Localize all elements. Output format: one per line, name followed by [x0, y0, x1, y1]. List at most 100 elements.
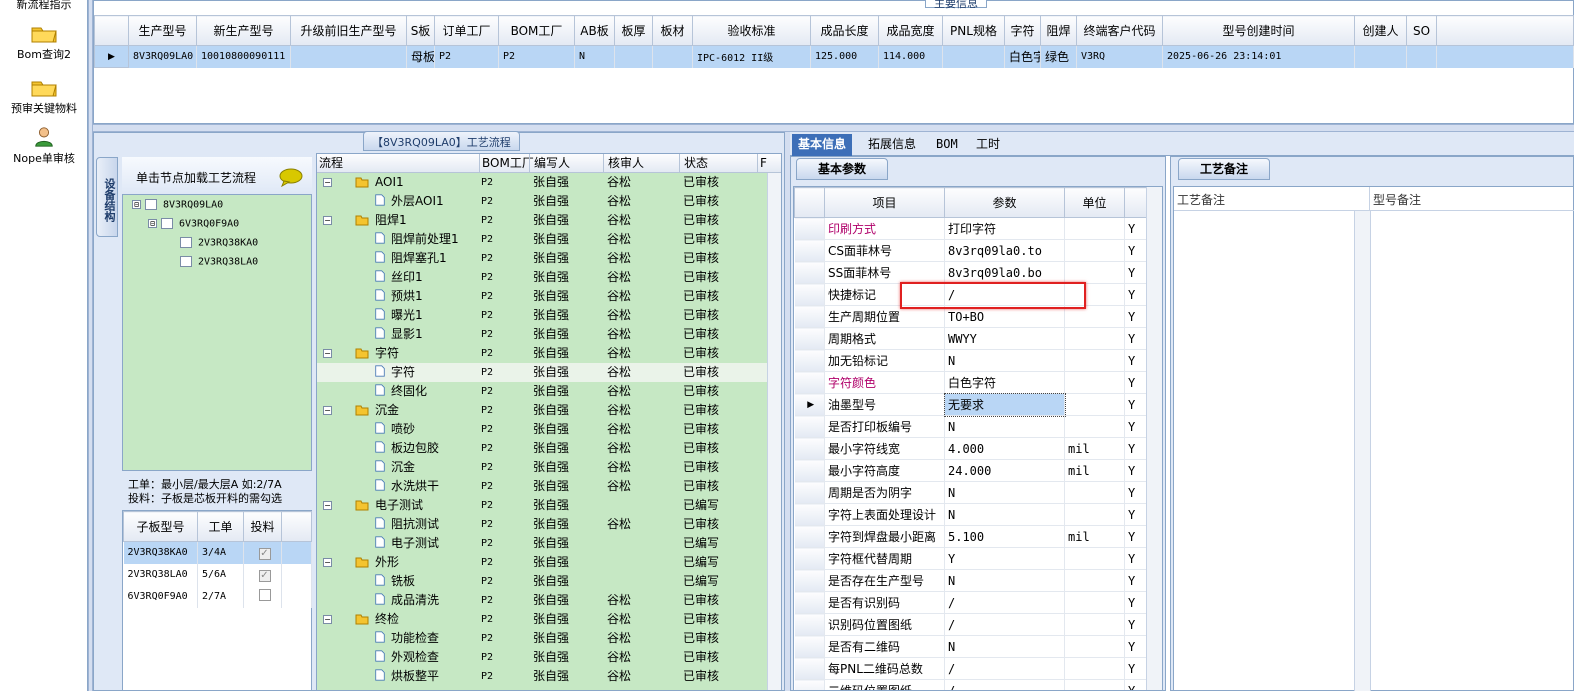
col-header[interactable]: 编写人	[529, 154, 603, 172]
flow-row[interactable]: 丝印1 P2 张自强 谷松 已审核	[317, 268, 767, 287]
param-value[interactable]: /	[944, 613, 1065, 636]
param-row[interactable]: 是否存在生产型号 N Y	[794, 569, 1147, 592]
col-header[interactable]: 项目	[824, 187, 945, 218]
cell[interactable]: 白色字符	[1004, 45, 1041, 68]
cell[interactable]	[290, 45, 407, 68]
collapse-icon[interactable]: ⊟	[132, 200, 141, 209]
col-header[interactable]: 成品长度	[810, 15, 879, 46]
cell[interactable]: N	[574, 45, 615, 68]
feed-checkbox[interactable]: ✓	[243, 541, 282, 564]
param-value[interactable]: /	[944, 591, 1065, 614]
col-header[interactable]: AB板	[574, 15, 615, 46]
param-value[interactable]: N	[944, 569, 1065, 592]
param-row[interactable]: ▶ 油墨型号 无要求 Y	[794, 392, 1147, 417]
param-row[interactable]: 字符框代替周期 Y Y	[794, 547, 1147, 570]
param-row[interactable]: 周期格式 WWYY Y	[794, 327, 1147, 350]
param-row[interactable]: 是否有识别码 / Y	[794, 591, 1147, 614]
flow-row[interactable]: − 外形 P2 张自强 已编写	[317, 553, 767, 572]
col-header[interactable]: 板材	[652, 15, 693, 46]
param-value[interactable]: N	[944, 503, 1065, 526]
params-scrollbar[interactable]	[1146, 187, 1162, 690]
col-header[interactable]: 生产型号	[128, 15, 197, 46]
param-row[interactable]: 每PNL二维码总数 / Y	[794, 657, 1147, 680]
cell[interactable]: IPC-6012 II级	[692, 45, 811, 68]
param-row[interactable]: 是否有二维码 N Y	[794, 635, 1147, 658]
param-value[interactable]: N	[944, 415, 1065, 438]
param-row[interactable]: 是否打印板编号 N Y	[794, 415, 1147, 438]
col-header[interactable]: 状态	[679, 154, 757, 172]
param-value[interactable]: N	[944, 635, 1065, 658]
flow-row[interactable]: 显影1 P2 张自强 谷松 已审核	[317, 325, 767, 344]
param-value[interactable]: 24.000	[944, 459, 1065, 482]
cell[interactable]: 母板	[406, 45, 435, 68]
cell[interactable]: 6V3RQ0F9A0	[123, 585, 198, 608]
col-header[interactable]: 投料	[243, 511, 282, 542]
param-value[interactable]: 8v3rq09la0.to	[944, 239, 1065, 262]
tree-node-root[interactable]: ⊟ 8V3RQ09LA0	[132, 199, 223, 211]
cell[interactable]: P2	[498, 45, 575, 68]
tab-bom[interactable]: BOM	[930, 134, 964, 156]
cell[interactable]	[652, 45, 693, 68]
collapse-icon[interactable]: −	[323, 178, 332, 187]
param-row[interactable]: CS面菲林号 8v3rq09la0.to Y	[794, 239, 1147, 262]
param-row[interactable]: 印刷方式 打印字符 Y	[794, 217, 1147, 240]
col-header[interactable]: 流程	[319, 154, 343, 172]
nav-item-nope-review[interactable]: Nope单审核	[0, 126, 88, 166]
param-row[interactable]: SS面菲林号 8v3rq09la0.bo Y	[794, 261, 1147, 284]
col-header[interactable]: 型号创建时间	[1162, 15, 1355, 46]
flow-row[interactable]: 板边包胶 P2 张自强 谷松 已审核	[317, 439, 767, 458]
flow-row[interactable]: 预烘1 P2 张自强 谷松 已审核	[317, 287, 767, 306]
col-header[interactable]: 工单	[197, 511, 244, 542]
col-header[interactable]: 阻焊	[1040, 15, 1077, 46]
cell[interactable]: 2V3RQ38LA0	[123, 563, 198, 586]
flow-row[interactable]: 阻焊前处理1 P2 张自强 谷松 已审核	[317, 230, 767, 249]
feed-checkbox[interactable]	[243, 585, 282, 608]
col-header[interactable]: BOM工厂	[479, 154, 534, 172]
col-header[interactable]: 升级前旧生产型号	[290, 15, 407, 46]
param-row[interactable]: 字符上表面处理设计 N Y	[794, 503, 1147, 526]
table-row[interactable]: 2V3RQ38KA0 3/4A ✓	[123, 541, 312, 564]
flow-row[interactable]: 电子测试 P2 张自强 已编写	[317, 534, 767, 553]
flow-row[interactable]: 功能检查 P2 张自强 谷松 已审核	[317, 629, 767, 648]
cell[interactable]: 2025-06-26 23:14:01	[1162, 45, 1355, 68]
col-header[interactable]: PNL规格	[942, 15, 1005, 46]
cell[interactable]: 3/4A	[197, 541, 244, 564]
cell[interactable]: 绿色	[1040, 45, 1077, 68]
cell[interactable]	[614, 45, 653, 68]
cell[interactable]: 114.000	[878, 45, 943, 68]
remark-scrollbar[interactable]	[1354, 211, 1370, 691]
flow-row[interactable]: 外层AOI1 P2 张自强 谷松 已审核	[317, 192, 767, 211]
flow-scrollbar[interactable]	[767, 173, 781, 690]
col-header[interactable]: Y	[1124, 187, 1147, 218]
cell[interactable]: 125.000	[810, 45, 879, 68]
cell[interactable]: 5/6A	[197, 563, 244, 586]
col-header[interactable]: 创建人	[1354, 15, 1407, 46]
col-header[interactable]: 型号备注	[1370, 187, 1574, 211]
collapse-icon[interactable]: ⊟	[148, 219, 157, 228]
col-header[interactable]: 子板型号	[123, 511, 198, 542]
tree-node-leaf[interactable]: 2V3RQ38KA0	[180, 237, 258, 249]
param-value[interactable]: Y	[944, 547, 1065, 570]
tab-equipment-structure[interactable]: 设备结构	[96, 157, 118, 237]
col-header[interactable]: 订单工厂	[434, 15, 499, 46]
col-header[interactable]: 单位	[1064, 187, 1125, 218]
flow-row[interactable]: 外观检查 P2 张自强 谷松 已审核	[317, 648, 767, 667]
nav-item-bom-query[interactable]: Bom查询2	[0, 22, 88, 62]
flow-row[interactable]: 水洗烘干 P2 张自强 谷松 已审核	[317, 477, 767, 496]
tree-node-child[interactable]: ⊟ 6V3RQ0F9A0	[148, 218, 239, 230]
col-header[interactable]: 参数	[944, 187, 1065, 218]
cell[interactable]: 10010800090111	[196, 45, 291, 68]
param-row[interactable]: 加无铅标记 N Y	[794, 349, 1147, 372]
col-header[interactable]: 板厚	[614, 15, 653, 46]
param-value[interactable]: 无要求	[943, 392, 1066, 417]
tab-basic-info[interactable]: 基本信息	[792, 134, 853, 156]
param-row[interactable]: 最小字符线宽 4.000 mil Y	[794, 437, 1147, 460]
param-value[interactable]: WWYY	[944, 327, 1065, 350]
nav-item-key-material[interactable]: 预审关键物料	[0, 76, 88, 116]
flow-row[interactable]: 字符 P2 张自强 谷松 已审核	[317, 363, 767, 382]
col-header[interactable]: 验收标准	[692, 15, 811, 46]
tab-process-remark[interactable]: 工艺备注	[1178, 158, 1270, 180]
flow-row[interactable]: 阻焊塞孔1 P2 张自强 谷松 已审核	[317, 249, 767, 268]
param-value[interactable]: 白色字符	[944, 371, 1065, 394]
table-row[interactable]: 2V3RQ38LA0 5/6A ✓	[123, 563, 312, 586]
